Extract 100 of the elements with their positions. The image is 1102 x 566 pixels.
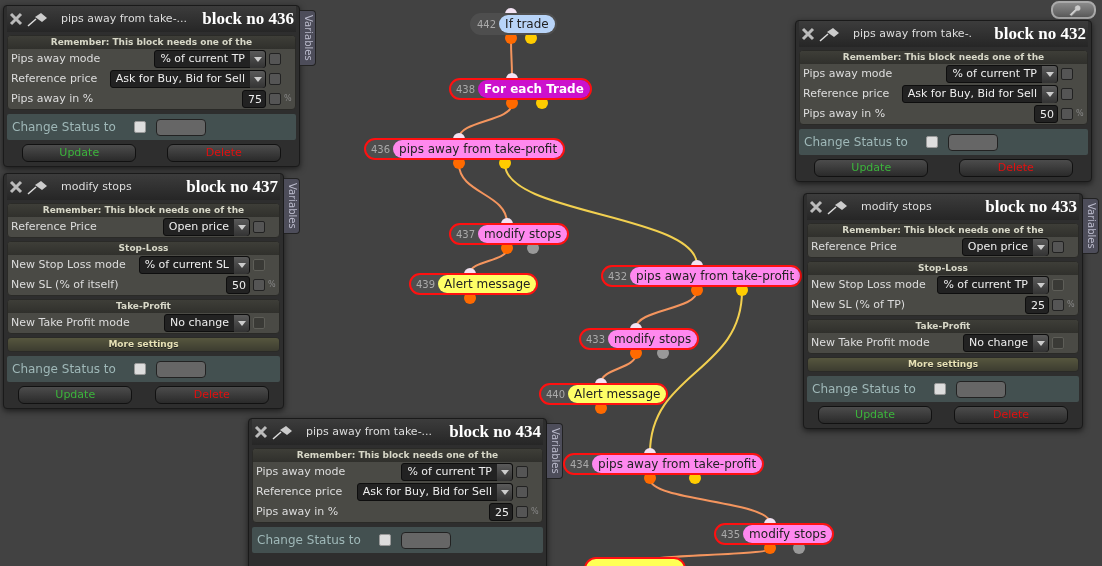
status-field[interactable] <box>948 133 998 151</box>
section-header: Remember: This block needs one of the <box>8 36 295 49</box>
dropdown[interactable]: Ask for Buy, Bid for Sell <box>356 483 513 501</box>
number-field[interactable]: 25 <box>489 503 513 521</box>
field-label: Pips away mode <box>256 463 346 480</box>
checkbox[interactable] <box>269 93 281 105</box>
unit-label: % <box>1067 299 1075 311</box>
close-icon[interactable] <box>254 425 268 439</box>
block-label: block no 434 <box>449 421 541 444</box>
node-number: 435 <box>721 527 741 542</box>
unit-label: % <box>531 506 539 518</box>
pin-icon[interactable] <box>819 26 841 42</box>
checkbox[interactable] <box>516 506 528 518</box>
node-number: 442 <box>477 17 497 32</box>
pin-icon[interactable] <box>827 199 849 215</box>
field-label: Pips away in % <box>256 503 339 520</box>
number-field[interactable]: 75 <box>242 90 266 108</box>
dropdown[interactable]: % of current TP <box>946 65 1058 83</box>
field-label: New Take Profit mode <box>11 314 130 331</box>
status-field[interactable] <box>956 380 1006 398</box>
caret-icon <box>497 483 512 501</box>
close-icon[interactable] <box>9 12 23 26</box>
checkbox[interactable] <box>1052 299 1064 311</box>
field-label: Reference price <box>803 85 890 102</box>
number-field[interactable]: 50 <box>226 276 250 294</box>
caret-icon <box>1042 65 1057 83</box>
field-label: New Stop Loss mode <box>811 276 926 293</box>
checkbox[interactable] <box>134 121 146 133</box>
node-number: 439 <box>416 277 436 292</box>
section-header: Remember: This block needs one of the <box>800 51 1087 64</box>
pin-icon[interactable] <box>27 11 49 27</box>
checkbox[interactable] <box>516 486 528 498</box>
node-label: pips away from take-profit <box>592 455 763 473</box>
update-button[interactable]: Update <box>814 159 929 177</box>
field-label: Reference Price <box>811 238 897 255</box>
number-field[interactable]: 25 <box>1025 296 1049 314</box>
panel-title: modify stops <box>61 178 132 195</box>
caret-icon <box>497 463 512 481</box>
field-label: Pips away mode <box>803 65 893 82</box>
section-header: Remember: This block needs one of the <box>253 449 542 462</box>
block-label: block no 437 <box>186 176 278 199</box>
number-field[interactable]: 50 <box>1034 105 1058 123</box>
status-label: Change Status to <box>812 381 917 398</box>
variables-tab[interactable]: Variables <box>547 423 563 479</box>
checkbox[interactable] <box>926 136 938 148</box>
dropdown[interactable]: % of current TP <box>154 50 266 68</box>
node-number: 438 <box>456 82 476 97</box>
checkbox[interactable] <box>516 466 528 478</box>
status-field[interactable] <box>401 531 451 549</box>
dropdown[interactable]: Open price <box>162 218 250 236</box>
update-button[interactable]: Update <box>18 386 133 404</box>
checkbox[interactable] <box>1061 88 1073 100</box>
pin-icon[interactable] <box>27 179 49 195</box>
status-field[interactable] <box>156 360 206 378</box>
caret-icon <box>250 70 265 88</box>
variables-tab[interactable]: Variables <box>1083 198 1099 254</box>
close-icon[interactable] <box>9 180 23 194</box>
pin-icon[interactable] <box>272 424 294 440</box>
node-label: modify stops <box>478 225 568 243</box>
update-button[interactable]: Update <box>818 406 932 424</box>
node-number: 440 <box>546 387 566 402</box>
close-icon[interactable] <box>809 200 823 214</box>
checkbox[interactable] <box>134 363 146 375</box>
section-header[interactable]: More settings <box>8 338 279 351</box>
node-number: 432 <box>608 269 628 284</box>
checkbox[interactable] <box>253 279 265 291</box>
checkbox[interactable] <box>1061 108 1073 120</box>
dropdown[interactable]: Ask for Buy, Bid for Sell <box>901 85 1058 103</box>
wrench-icon <box>1066 3 1081 17</box>
checkbox[interactable] <box>1061 68 1073 80</box>
field-label: New SL (% of TP) <box>811 296 906 313</box>
update-button[interactable]: Update <box>22 144 137 162</box>
field-label: New Stop Loss mode <box>11 256 126 273</box>
section-header: Take-Profit <box>8 300 279 313</box>
dropdown[interactable]: % of current TP <box>401 463 513 481</box>
node-label: Alert message <box>568 385 667 403</box>
checkbox[interactable] <box>269 73 281 85</box>
status-field[interactable] <box>156 118 206 136</box>
checkbox[interactable] <box>269 53 281 65</box>
section-header[interactable]: More settings <box>808 358 1078 371</box>
caret-icon <box>234 218 249 236</box>
field-label: Pips away in % <box>11 90 94 107</box>
dropdown[interactable]: Ask for Buy, Bid for Sell <box>109 70 266 88</box>
status-label: Change Status to <box>804 134 909 151</box>
node-label: Alert message <box>438 275 537 293</box>
checkbox[interactable] <box>934 383 946 395</box>
node-number: 436 <box>371 142 391 157</box>
checkbox[interactable] <box>1052 241 1064 253</box>
unit-label: % <box>268 279 276 291</box>
panel-title: pips away from take-... <box>61 10 188 27</box>
variables-tab[interactable]: Variables <box>284 178 300 234</box>
checkbox[interactable] <box>253 221 265 233</box>
close-icon[interactable] <box>801 27 815 41</box>
checkbox[interactable] <box>379 534 391 546</box>
node-label: pips away from take-profit <box>630 267 801 285</box>
tools-button[interactable] <box>1051 1 1096 19</box>
node-label: modify stops <box>743 525 833 543</box>
section-header: Stop-Loss <box>808 262 1078 275</box>
dropdown[interactable]: Open price <box>961 238 1049 256</box>
variables-tab[interactable]: Variables <box>300 10 316 66</box>
